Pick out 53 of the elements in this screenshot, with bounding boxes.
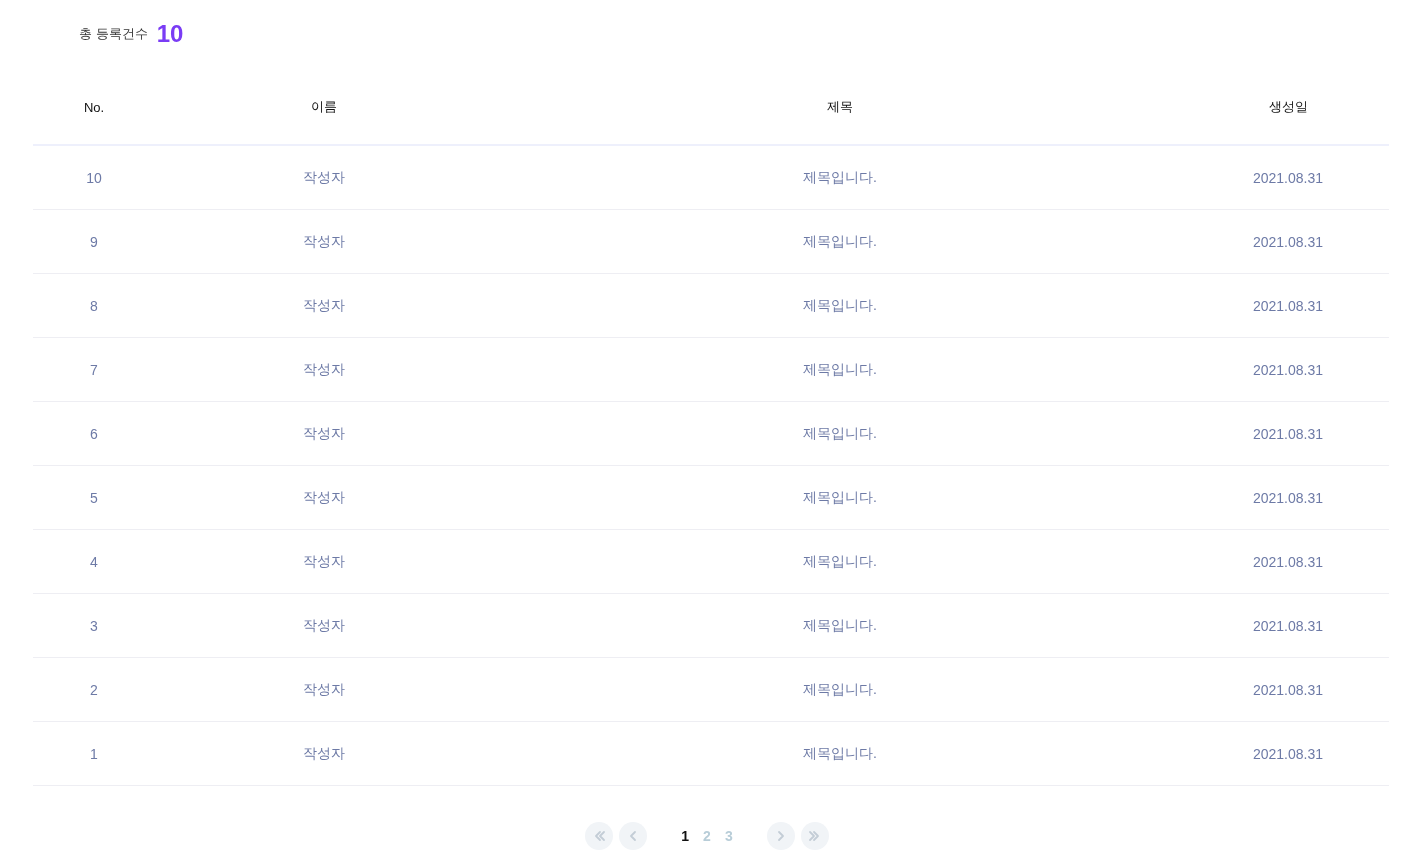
author-cell: 작성자 [303, 424, 345, 441]
row-number: 7 [90, 361, 98, 378]
date-cell: 2021.08.31 [1252, 681, 1324, 698]
title-link[interactable]: 제목입니다. [803, 232, 877, 249]
total-count: 10 [156, 20, 184, 48]
date-cell: 2021.08.31 [1252, 233, 1324, 250]
next-page-button[interactable] [766, 822, 795, 850]
author-cell: 작성자 [303, 296, 345, 313]
date-cell: 2021.08.31 [1252, 297, 1324, 314]
title-link[interactable]: 제목입니다. [803, 488, 877, 505]
page-number[interactable]: 1 [677, 826, 694, 846]
total-count-label: 총 등록건수 [79, 25, 148, 43]
column-header: No. [33, 70, 155, 145]
title-link[interactable]: 제목입니다. [803, 680, 877, 697]
date-cell: 2021.08.31 [1252, 361, 1324, 378]
title-link[interactable]: 제목입니다. [803, 552, 877, 569]
title-link[interactable]: 제목입니다. [803, 744, 877, 761]
author-cell: 작성자 [303, 744, 345, 761]
title-link[interactable]: 제목입니다. [803, 616, 877, 633]
title-link[interactable]: 제목입니다. [803, 360, 877, 377]
row-number: 8 [90, 297, 98, 314]
date-cell: 2021.08.31 [1252, 745, 1324, 762]
row-number: 3 [90, 617, 98, 634]
title-link[interactable]: 제목입니다. [803, 296, 877, 313]
author-cell: 작성자 [303, 232, 345, 249]
double-chevron-right-icon [807, 829, 822, 843]
date-cell: 2021.08.31 [1252, 553, 1324, 570]
row-number: 2 [90, 681, 98, 698]
author-cell: 작성자 [303, 616, 345, 633]
row-number: 6 [90, 425, 98, 442]
row-number: 4 [90, 553, 98, 570]
column-header: 이름 [155, 70, 493, 145]
first-page-button[interactable] [585, 822, 614, 850]
title-link[interactable]: 제목입니다. [803, 168, 877, 185]
date-cell: 2021.08.31 [1252, 489, 1324, 506]
previous-page-button[interactable] [619, 822, 648, 850]
author-cell: 작성자 [303, 168, 345, 185]
date-cell: 2021.08.31 [1252, 425, 1324, 442]
column-header: 제목 [493, 70, 1187, 145]
author-cell: 작성자 [303, 680, 345, 697]
row-number: 5 [90, 489, 98, 506]
row-number: 9 [90, 233, 98, 250]
date-cell: 2021.08.31 [1252, 169, 1324, 186]
column-header: 생성일 [1187, 70, 1389, 145]
author-cell: 작성자 [303, 488, 345, 505]
title-link[interactable]: 제목입니다. [803, 424, 877, 441]
author-cell: 작성자 [303, 360, 345, 377]
double-chevron-left-icon [592, 829, 607, 843]
last-page-button[interactable] [800, 822, 829, 850]
author-cell: 작성자 [303, 552, 345, 569]
row-number: 1 [90, 745, 98, 762]
row-number: 10 [86, 169, 102, 186]
date-cell: 2021.08.31 [1252, 617, 1324, 634]
